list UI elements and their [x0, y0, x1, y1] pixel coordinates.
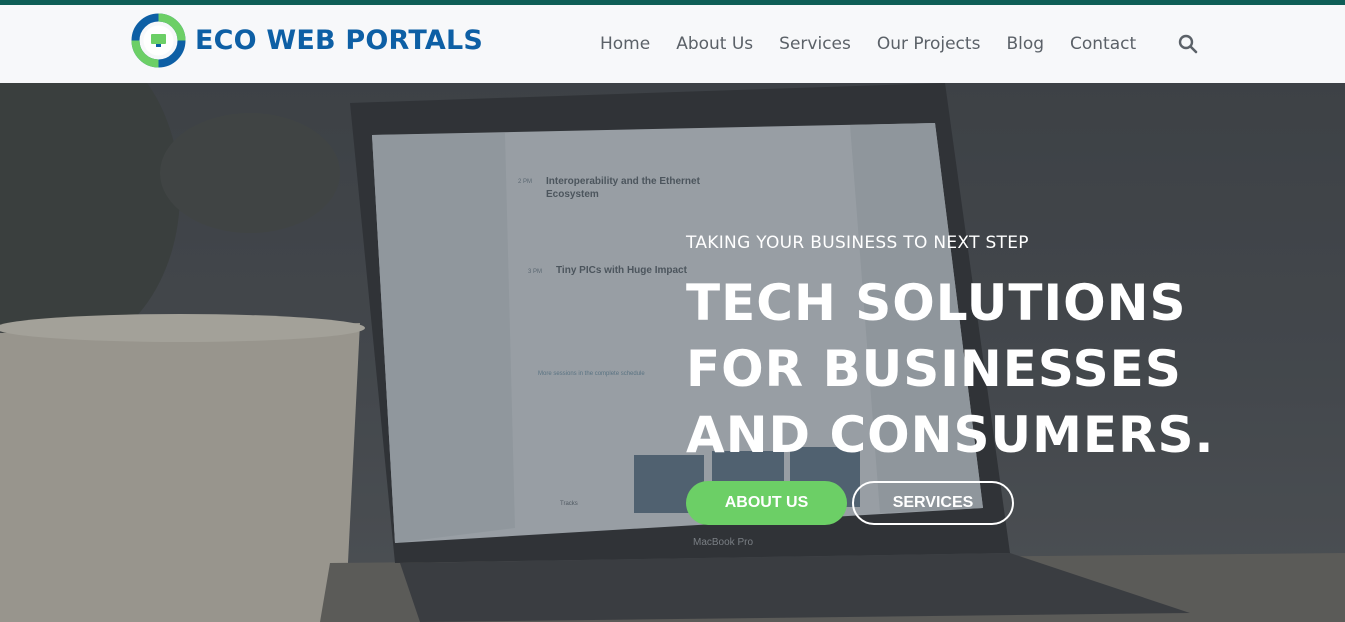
brand-name: ECO WEB PORTALS: [195, 24, 484, 56]
hero-section: 2 PM Interoperability and the Ethernet E…: [0, 83, 1345, 622]
nav-services[interactable]: Services: [779, 34, 851, 54]
hero-kicker: TAKING YOUR BUSINESS TO NEXT STEP: [686, 233, 1029, 253]
hero-content: TAKING YOUR BUSINESS TO NEXT STEP TECH S…: [686, 233, 1286, 525]
logo-mark-icon: [131, 13, 186, 68]
search-icon[interactable]: [1178, 34, 1198, 54]
hero-headline: TECH SOLUTIONS FOR BUSINESSES AND CONSUM…: [686, 270, 1286, 468]
logo[interactable]: ECO WEB PORTALS: [131, 12, 483, 68]
site-header: ECO WEB PORTALS Home About Us Services O…: [0, 5, 1345, 83]
hero-headline-line: TECH SOLUTIONS: [686, 274, 1187, 332]
services-button[interactable]: SERVICES: [852, 481, 1014, 525]
nav-our-projects[interactable]: Our Projects: [877, 34, 981, 54]
nav-contact[interactable]: Contact: [1070, 34, 1136, 54]
hero-buttons: ABOUT US SERVICES: [686, 481, 1014, 525]
main-nav: Home About Us Services Our Projects Blog…: [600, 29, 1198, 59]
hero-headline-line: FOR BUSINESSES: [686, 340, 1182, 398]
about-us-button[interactable]: ABOUT US: [686, 481, 847, 525]
hero-headline-line: AND CONSUMERS.: [686, 406, 1215, 464]
nav-about-us[interactable]: About Us: [676, 34, 753, 54]
nav-blog[interactable]: Blog: [1006, 34, 1044, 54]
nav-home[interactable]: Home: [600, 34, 650, 54]
